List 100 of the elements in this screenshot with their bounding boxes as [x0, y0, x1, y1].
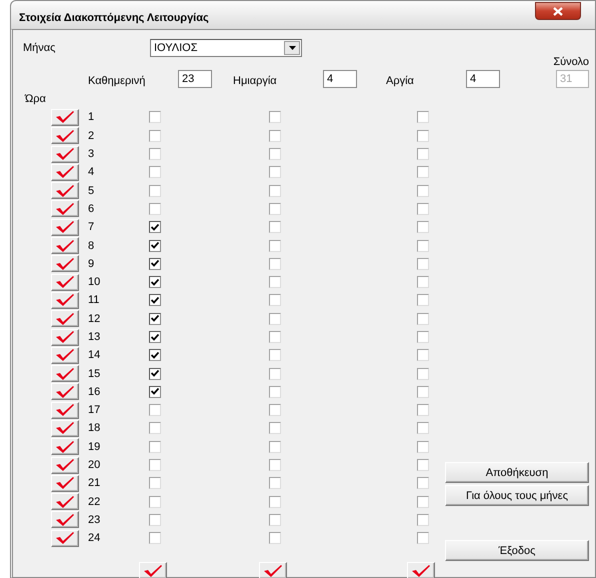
checkbox[interactable] — [149, 349, 161, 362]
select-row-button[interactable] — [51, 255, 79, 272]
checkbox[interactable] — [269, 240, 281, 252]
checkbox[interactable] — [417, 404, 429, 416]
checkbox[interactable] — [417, 422, 429, 434]
select-column-button[interactable] — [259, 562, 287, 578]
checkbox[interactable] — [149, 386, 161, 398]
select-row-button[interactable] — [51, 218, 79, 236]
checkbox[interactable] — [269, 294, 281, 306]
checkbox[interactable] — [149, 148, 161, 160]
checkbox[interactable] — [269, 459, 281, 472]
checkbox[interactable] — [417, 276, 429, 288]
checkbox[interactable] — [417, 477, 429, 490]
checkbox[interactable] — [417, 240, 429, 252]
select-row-button[interactable] — [51, 292, 79, 309]
checkbox[interactable] — [417, 312, 429, 325]
checkbox[interactable] — [149, 440, 161, 453]
checkbox[interactable] — [149, 496, 161, 508]
count-field[interactable]: 23 — [178, 70, 212, 88]
checkbox[interactable] — [417, 386, 429, 398]
exit-button[interactable]: Έξοδος — [445, 540, 589, 561]
checkbox[interactable] — [269, 202, 281, 215]
select-row-button[interactable] — [51, 328, 79, 346]
checkbox[interactable] — [269, 221, 281, 234]
checkbox[interactable] — [417, 459, 429, 472]
select-row-button[interactable] — [51, 530, 79, 547]
checkbox[interactable] — [149, 130, 161, 142]
checkbox[interactable] — [417, 221, 429, 234]
select-row-button[interactable] — [51, 365, 79, 382]
select-row-button[interactable] — [51, 511, 79, 528]
checkbox[interactable] — [417, 111, 429, 124]
checkbox[interactable] — [269, 258, 281, 270]
checkbox[interactable] — [269, 130, 281, 142]
checkbox[interactable] — [269, 111, 281, 124]
checkbox[interactable] — [269, 166, 281, 178]
close-button[interactable] — [535, 2, 581, 20]
select-row-button[interactable] — [51, 493, 79, 510]
checkbox[interactable] — [149, 166, 161, 178]
select-row-button[interactable] — [51, 182, 79, 200]
month-dropdown[interactable]: ΙΟΥΛΙΟΣ — [150, 39, 302, 57]
select-row-button[interactable] — [51, 146, 79, 163]
select-row-button[interactable] — [51, 127, 79, 144]
checkbox[interactable] — [269, 184, 281, 197]
checkbox[interactable] — [149, 331, 161, 343]
checkbox[interactable] — [149, 312, 161, 325]
checkbox[interactable] — [149, 422, 161, 434]
checkbox[interactable] — [269, 276, 281, 288]
checkbox[interactable] — [149, 514, 161, 526]
checkbox[interactable] — [269, 349, 281, 362]
checkbox[interactable] — [149, 368, 161, 380]
checkbox[interactable] — [149, 477, 161, 490]
checkbox[interactable] — [149, 202, 161, 215]
count-field[interactable]: 4 — [323, 70, 357, 88]
select-row-button[interactable] — [51, 200, 79, 218]
select-row-button[interactable] — [51, 456, 79, 474]
checkbox[interactable] — [269, 440, 281, 453]
checkbox[interactable] — [269, 148, 281, 160]
checkbox[interactable] — [417, 148, 429, 160]
checkbox[interactable] — [269, 422, 281, 434]
checkbox[interactable] — [417, 331, 429, 343]
checkbox[interactable] — [269, 331, 281, 343]
checkbox[interactable] — [149, 294, 161, 306]
checkbox[interactable] — [149, 111, 161, 124]
select-column-button[interactable] — [139, 562, 167, 578]
checkbox[interactable] — [417, 532, 429, 544]
dropdown-button[interactable] — [284, 41, 300, 55]
checkbox[interactable] — [149, 276, 161, 288]
select-row-button[interactable] — [51, 310, 79, 328]
checkbox[interactable] — [417, 440, 429, 453]
checkbox[interactable] — [269, 404, 281, 416]
checkbox[interactable] — [417, 349, 429, 362]
select-row-button[interactable] — [51, 274, 79, 291]
checkbox[interactable] — [417, 130, 429, 142]
checkbox[interactable] — [417, 166, 429, 178]
select-row-button[interactable] — [51, 383, 79, 400]
select-row-button[interactable] — [51, 420, 79, 437]
checkbox[interactable] — [149, 184, 161, 197]
checkbox[interactable] — [417, 258, 429, 270]
checkbox[interactable] — [417, 294, 429, 306]
select-row-button[interactable] — [51, 474, 79, 492]
select-row-button[interactable] — [51, 164, 79, 181]
action-button[interactable]: Αποθήκευση — [445, 462, 589, 483]
checkbox[interactable] — [149, 459, 161, 472]
checkbox[interactable] — [417, 368, 429, 380]
select-row-button[interactable] — [51, 346, 79, 364]
checkbox[interactable] — [149, 240, 161, 252]
checkbox[interactable] — [269, 496, 281, 508]
checkbox[interactable] — [417, 514, 429, 526]
select-row-button[interactable] — [51, 402, 79, 419]
checkbox[interactable] — [417, 202, 429, 215]
checkbox[interactable] — [269, 514, 281, 526]
checkbox[interactable] — [269, 532, 281, 544]
checkbox[interactable] — [149, 404, 161, 416]
checkbox[interactable] — [417, 496, 429, 508]
select-row-button[interactable] — [51, 438, 79, 456]
checkbox[interactable] — [269, 386, 281, 398]
count-field[interactable]: 4 — [466, 70, 500, 88]
checkbox[interactable] — [149, 258, 161, 270]
select-row-button[interactable] — [51, 108, 79, 126]
checkbox[interactable] — [269, 312, 281, 325]
